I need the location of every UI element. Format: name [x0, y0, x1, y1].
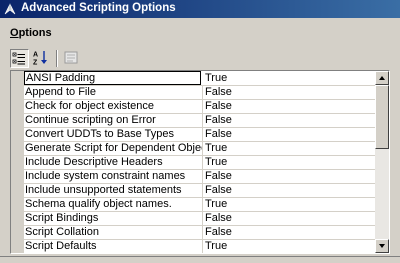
property-value[interactable]: False — [205, 226, 373, 239]
property-value[interactable]: False — [205, 86, 373, 99]
property-value[interactable]: False — [205, 100, 373, 113]
property-row[interactable]: Script Collation False — [24, 226, 375, 240]
arrow-up-icon — [379, 76, 385, 80]
property-name: Append to File — [24, 86, 203, 99]
property-row[interactable]: Generate Script for Dependent Objects Tru… — [24, 142, 375, 156]
property-value[interactable]: False — [205, 212, 373, 225]
property-name: Convert UDDTs to Base Types — [24, 128, 203, 141]
property-value[interactable]: False — [205, 184, 373, 197]
property-row[interactable]: Continue scripting on Error False — [24, 114, 375, 128]
property-value[interactable]: False — [205, 114, 373, 127]
grid-gutter — [11, 71, 24, 253]
window-title: Advanced Scripting Options — [21, 2, 176, 14]
property-value[interactable]: False — [205, 128, 373, 141]
property-name: Include Descriptive Headers — [24, 156, 203, 169]
property-row[interactable]: Append to File False — [24, 86, 375, 100]
property-name: Include system constraint names — [24, 170, 203, 183]
property-value[interactable]: True — [205, 142, 373, 155]
property-value[interactable]: True — [205, 240, 373, 253]
property-row[interactable]: Schema qualify object names. True — [24, 198, 375, 212]
property-pages-icon — [64, 51, 78, 64]
property-value[interactable]: True — [205, 72, 373, 85]
svg-text:A: A — [33, 52, 38, 59]
property-row[interactable]: Include system constraint names False — [24, 170, 375, 184]
categorized-icon — [12, 52, 25, 65]
property-name: Check for object existence — [24, 100, 203, 113]
property-name: Schema qualify object names. — [24, 198, 203, 211]
property-row[interactable]: ANSI Padding True — [24, 71, 375, 86]
property-name: Include unsupported statements — [24, 184, 203, 197]
vertical-scrollbar[interactable] — [375, 71, 389, 253]
property-name: ANSI Padding — [24, 71, 201, 85]
title-bar[interactable]: Advanced Scripting Options — [0, 0, 400, 18]
arrow-down-icon — [379, 244, 385, 248]
alphabetical-sort-icon: A Z — [33, 51, 47, 67]
property-name: Script Collation — [24, 226, 203, 239]
property-row[interactable]: Script Defaults True — [24, 240, 375, 253]
ssms-icon — [4, 3, 16, 15]
categorized-button[interactable] — [10, 49, 29, 68]
alphabetical-button[interactable]: A Z — [32, 49, 51, 68]
property-list: ANSI Padding True Append to File False Check… — [11, 71, 375, 253]
property-row[interactable]: Script Bindings False — [24, 212, 375, 226]
property-row[interactable]: Include unsupported statements False — [24, 184, 375, 198]
options-heading: Options — [10, 27, 52, 39]
property-value[interactable]: True — [205, 198, 373, 211]
property-value[interactable]: True — [205, 156, 373, 169]
scroll-up-button[interactable] — [375, 71, 389, 85]
property-value[interactable]: False — [205, 170, 373, 183]
toolbar-separator — [56, 50, 58, 67]
svg-text:Z: Z — [33, 60, 38, 67]
property-name: Generate Script for Dependent Objects — [25, 142, 203, 155]
property-row[interactable]: Check for object existence False — [24, 100, 375, 114]
property-name: Script Bindings — [24, 212, 203, 225]
property-row[interactable]: Include Descriptive Headers True — [24, 156, 375, 170]
scroll-thumb[interactable] — [375, 85, 389, 149]
property-pages-button[interactable] — [62, 49, 81, 68]
scroll-down-button[interactable] — [375, 239, 389, 253]
property-name: Continue scripting on Error — [24, 114, 203, 127]
property-grid[interactable]: ANSI Padding True Append to File False Check… — [10, 70, 390, 254]
property-row[interactable]: Convert UDDTs to Base Types False — [24, 128, 375, 142]
property-name: Script Defaults — [24, 240, 203, 253]
